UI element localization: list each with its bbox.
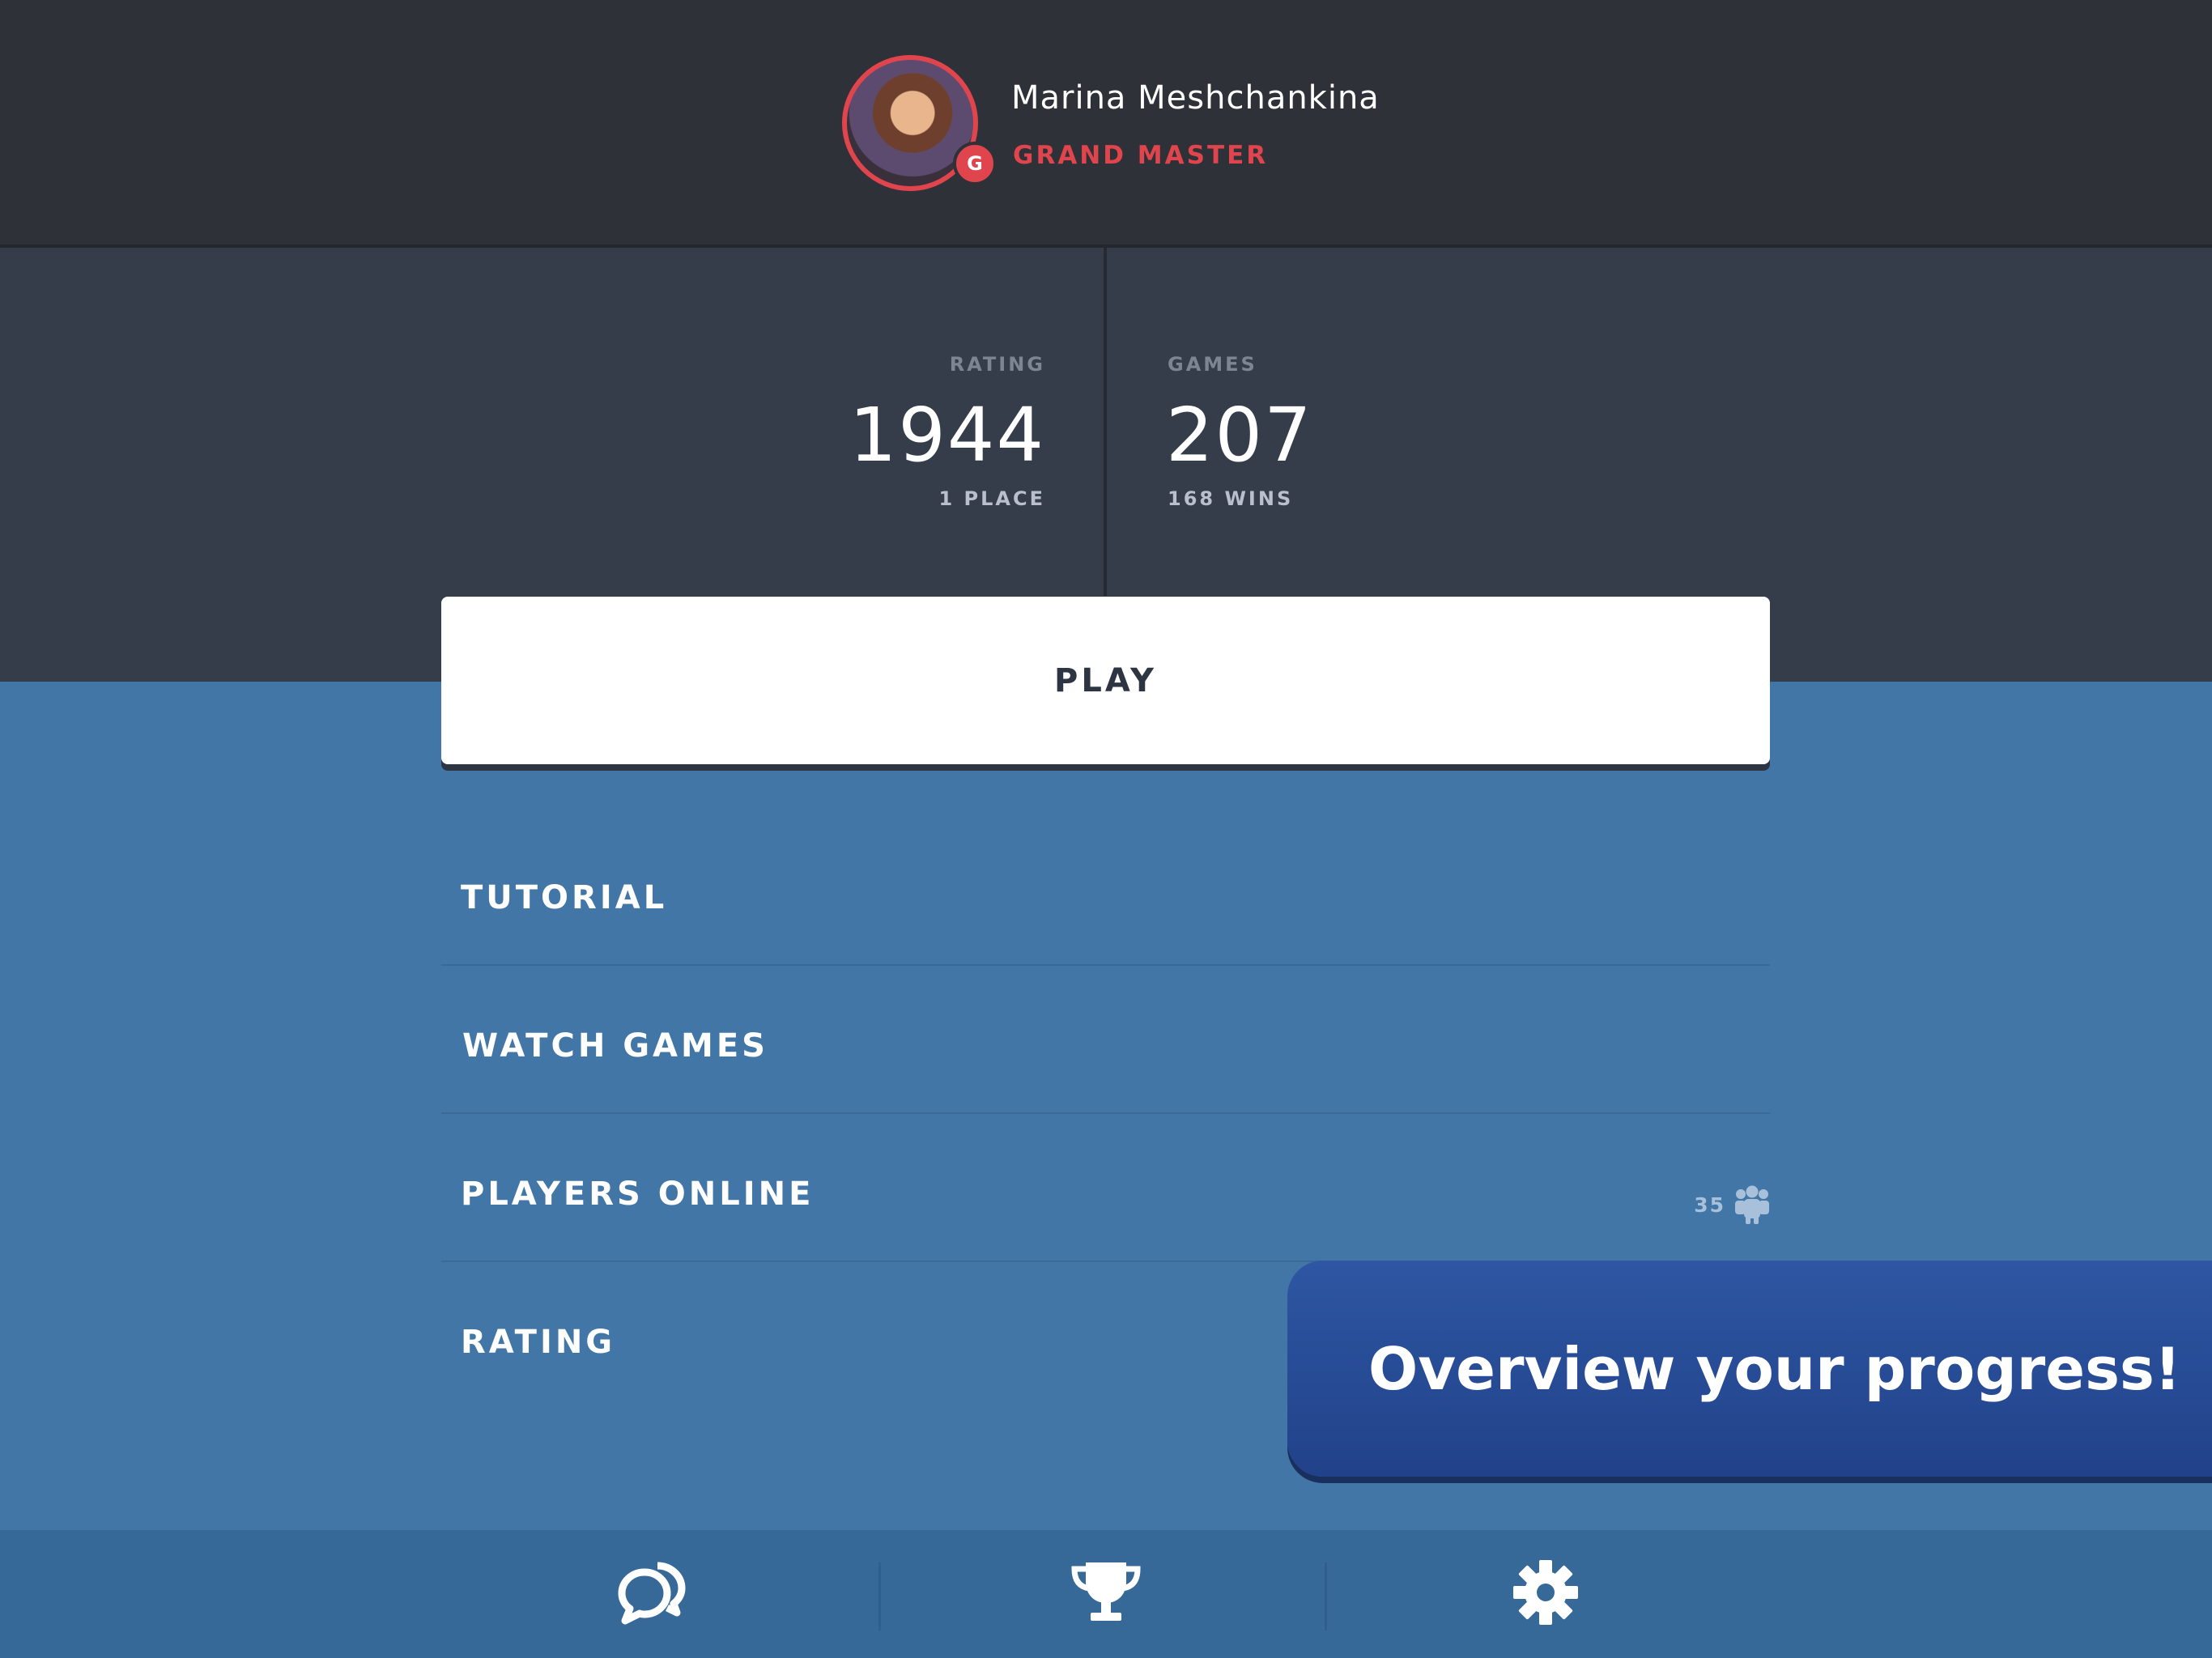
menu-item-label: TUTORIAL — [461, 879, 668, 916]
people-icon — [1735, 1185, 1769, 1224]
user-rank: GRAND MASTER — [1013, 141, 1269, 170]
games-value: 207 — [1166, 392, 1313, 478]
players-online-count: 35 — [1694, 1193, 1725, 1217]
trophy-icon[interactable] — [1061, 1548, 1151, 1637]
chat-icon[interactable] — [609, 1548, 698, 1637]
tab-separator — [878, 1562, 881, 1630]
menu-item-players-online[interactable]: PLAYERS ONLINE 35 — [441, 1114, 1770, 1262]
rank-badge: G — [953, 142, 997, 185]
menu-item-tutorial[interactable]: TUTORIAL — [441, 818, 1770, 966]
profile-header: G Marina Meshchankina GRAND MASTER — [0, 0, 2212, 248]
bottom-tab-bar — [0, 1530, 2212, 1658]
stats-divider — [1104, 248, 1107, 596]
menu-item-label: WATCH GAMES — [462, 1027, 768, 1065]
games-wins: 168 WINS — [1168, 487, 1294, 510]
rating-value: 1944 — [849, 392, 1045, 478]
play-button[interactable]: PLAY — [441, 597, 1770, 764]
menu-item-label: RATING — [461, 1324, 616, 1361]
promo-text: Overview your progress! — [1368, 1334, 2181, 1403]
gear-icon[interactable] — [1501, 1548, 1590, 1637]
rating-label: RATING — [949, 353, 1045, 376]
tab-separator — [1325, 1562, 1327, 1630]
menu-item-label: PLAYERS ONLINE — [461, 1175, 815, 1213]
user-name: Marina Meshchankina — [1011, 79, 1380, 117]
games-label: GAMES — [1168, 353, 1257, 376]
menu-item-watch-games[interactable]: WATCH GAMES — [441, 966, 1770, 1114]
rating-place: 1 PLACE — [938, 487, 1045, 510]
promo-banner: Overview your progress! — [1287, 1261, 2212, 1477]
